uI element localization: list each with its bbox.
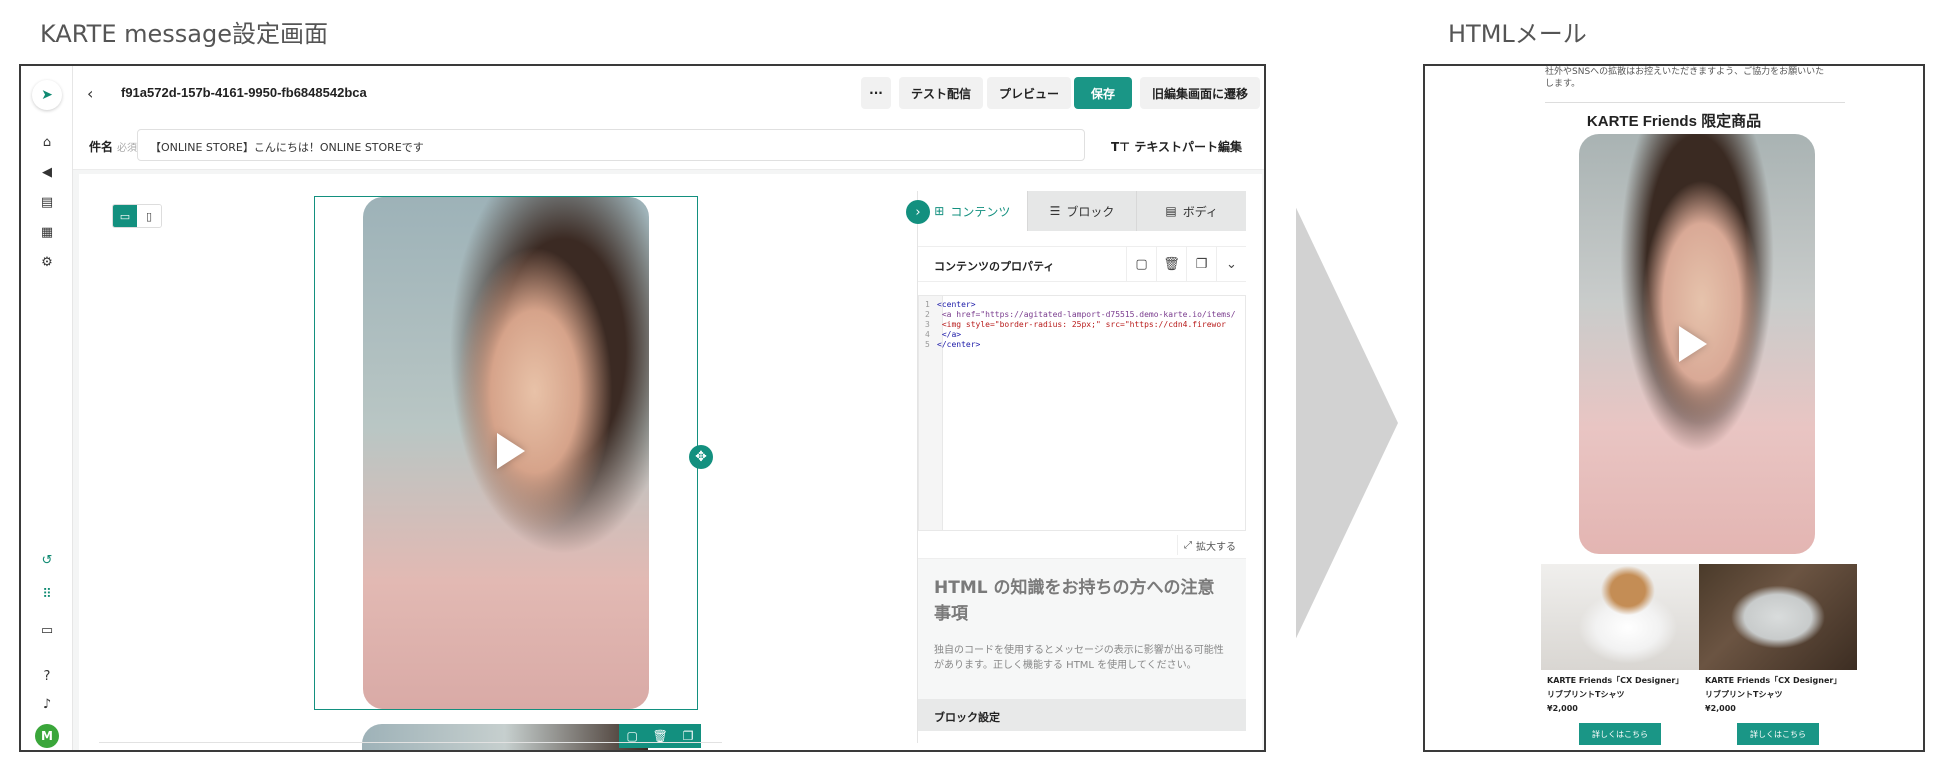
- panel-tabs: ⊞ コンテンツ ☰ ブロック ▤ ボディ: [918, 191, 1247, 231]
- block-actions: ▢ 🗑 ❐: [619, 724, 701, 748]
- top-bar: ‹ f91a572d-157b-4161-9950-fb6848542bca ·…: [73, 66, 1264, 122]
- copy-icon[interactable]: ❐: [683, 729, 694, 743]
- layout-icon: ▤: [1165, 204, 1177, 218]
- properties-title: コンテンツのプロパティ: [934, 260, 1055, 273]
- play-icon[interactable]: [497, 433, 525, 469]
- email-section-title: KARTE Friends 限定商品: [1586, 113, 1762, 130]
- product-price: ¥2,000: [1547, 704, 1578, 713]
- divider: [99, 742, 722, 743]
- product-name: KARTE Friends「CX Designer」 リブプリントTシャツ: [1547, 676, 1684, 699]
- notification-icon[interactable]: ♪: [37, 694, 57, 714]
- product-card: KARTE Friends「CX Designer」 リブプリントTシャツ ¥2,…: [1699, 564, 1857, 745]
- comment-icon[interactable]: ▢: [1126, 247, 1156, 281]
- subject-label: 件名 必須: [89, 138, 137, 155]
- expand-icon: ⤢: [1184, 539, 1192, 551]
- details-button[interactable]: 詳しくはこちら: [1737, 723, 1819, 745]
- test-send-button[interactable]: テスト配信: [899, 77, 984, 109]
- product-image[interactable]: [1541, 564, 1699, 670]
- segments-icon[interactable]: ▤: [37, 192, 57, 212]
- subject-row: 件名 必須 【ONLINE STORE】こんにちは！ONLINE STOREです …: [73, 122, 1264, 170]
- move-icon[interactable]: ✥: [689, 445, 713, 469]
- html-notice: HTML の知識をお持ちの方への注意事項 独自のコードを使用するとメッセージの表…: [918, 559, 1246, 699]
- window-icon[interactable]: ▭: [37, 620, 57, 640]
- video-thumbnail[interactable]: [363, 197, 649, 709]
- product-card: KARTE Friends「CX Designer」 リブプリントTシャツ ¥2,…: [1541, 564, 1699, 745]
- product-price: ¥2,000: [1705, 704, 1736, 713]
- tab-body-label: ボディ: [1182, 204, 1218, 219]
- play-icon[interactable]: [1679, 326, 1707, 362]
- properties-header: コンテンツのプロパティ ▢ 🗑 ❐ ⌄: [918, 246, 1246, 282]
- email-notice-text: 社外やSNSへの拡散はお控えいただきますよう、ご協力をお願いいたします。: [1545, 67, 1825, 89]
- save-button[interactable]: 保存: [1074, 77, 1132, 109]
- divider: [1545, 102, 1845, 103]
- settings-icon[interactable]: ⚙: [37, 252, 57, 272]
- subject-label-text: 件名: [89, 140, 114, 154]
- block-settings-header[interactable]: ブロック設定: [918, 699, 1246, 731]
- trash-icon[interactable]: 🗑: [1156, 247, 1186, 281]
- mobile-icon[interactable]: ▯: [137, 205, 161, 227]
- properties-panel: ⊞ コンテンツ ☰ ブロック ▤ ボディ コンテンツのプロパティ ▢ 🗑 ❐ ⌄ 1 <…: [917, 191, 1247, 743]
- chevron-down-icon[interactable]: ⌄: [1216, 247, 1246, 281]
- code-line: 2 <a href="https://agitated-lamport-d755…: [925, 310, 1236, 319]
- transition-arrow-icon: [1290, 195, 1398, 651]
- html-email-preview: 社外やSNSへの拡散はお控えいただきますよう、ご協力をお願いいたします。 KAR…: [1423, 64, 1925, 752]
- expand-row: ⤢ 拡大する: [918, 531, 1246, 559]
- text-part-edit-button[interactable]: T⊤ テキストパート編集: [1111, 138, 1242, 155]
- expand-button[interactable]: ⤢ 拡大する: [1177, 535, 1242, 555]
- history-icon[interactable]: ↺: [37, 550, 57, 570]
- code-line: 5 </center>: [925, 340, 981, 349]
- avatar[interactable]: M: [35, 724, 59, 748]
- product-image[interactable]: [1699, 564, 1857, 670]
- device-toggle: ▭ ▯: [112, 204, 162, 228]
- campaign-id: f91a572d-157b-4161-9950-fb6848542bca: [121, 85, 367, 100]
- karte-editor-window: ➤ ⌂ ◀ ▤ ▦ ⚙ ↺ ⠿ ▭ ? ♪ M ‹ f91a572d-157b-…: [19, 64, 1266, 752]
- help-icon[interactable]: ?: [37, 666, 57, 686]
- text-part-edit-label: テキストパート編集: [1134, 140, 1242, 154]
- notice-body: 独自のコードを使用するとメッセージの表示に影響が出る可能性があります。正しく機能…: [934, 645, 1224, 671]
- html-code-editor[interactable]: 1 <center> 2 <a href="https://agitated-la…: [918, 295, 1246, 531]
- next-video-thumbnail[interactable]: [362, 724, 648, 750]
- rows-icon: ☰: [1049, 204, 1061, 218]
- tab-content[interactable]: ⊞ コンテンツ: [918, 191, 1027, 231]
- product-name: KARTE Friends「CX Designer」 リブプリントTシャツ: [1705, 676, 1842, 699]
- desktop-icon[interactable]: ▭: [113, 205, 137, 227]
- trash-icon[interactable]: 🗑: [653, 729, 668, 743]
- expand-label: 拡大する: [1196, 541, 1236, 553]
- required-badge: 必須: [117, 143, 138, 154]
- email-video-thumbnail[interactable]: [1579, 134, 1815, 554]
- copy-icon[interactable]: ❐: [1186, 247, 1216, 281]
- notice-title: HTML の知識をお持ちの方への注意事項: [934, 578, 1215, 624]
- code-line: 3 <img style="border-radius: 25px;" src=…: [925, 320, 1226, 329]
- calendar-icon[interactable]: ▦: [37, 222, 57, 242]
- email-caption: HTMLメール: [1448, 20, 1587, 48]
- side-rail: ➤ ⌂ ◀ ▤ ▦ ⚙ ↺ ⠿ ▭ ? ♪ M: [21, 66, 73, 750]
- tab-body[interactable]: ▤ ボディ: [1136, 191, 1247, 231]
- legacy-editor-button[interactable]: 旧編集画面に遷移: [1140, 77, 1261, 109]
- text-size-icon: T⊤: [1111, 140, 1135, 154]
- code-line: 4 </a>: [925, 330, 962, 339]
- comment-icon[interactable]: ▢: [626, 729, 637, 743]
- selected-video-block[interactable]: [314, 196, 698, 710]
- more-button[interactable]: ···: [861, 77, 891, 109]
- megaphone-icon[interactable]: ◀: [37, 162, 57, 182]
- properties-actions: ▢ 🗑 ❐ ⌄: [1126, 247, 1246, 281]
- grid-icon: ⊞: [934, 204, 945, 218]
- editor-caption: KARTE message設定画面: [40, 20, 328, 48]
- back-icon[interactable]: ‹: [87, 84, 93, 103]
- home-icon[interactable]: ⌂: [37, 132, 57, 152]
- tab-block-label: ブロック: [1066, 204, 1115, 219]
- arrow-cut: [1290, 195, 1296, 651]
- send-icon[interactable]: ➤: [32, 80, 62, 110]
- preview-button[interactable]: プレビュー: [987, 77, 1072, 109]
- panel-collapse-button[interactable]: ›: [906, 200, 930, 224]
- details-button[interactable]: 詳しくはこちら: [1579, 723, 1661, 745]
- tab-content-label: コンテンツ: [950, 204, 1011, 219]
- subject-input[interactable]: 【ONLINE STORE】こんにちは！ONLINE STOREです: [137, 129, 1085, 161]
- tab-block[interactable]: ☰ ブロック: [1026, 191, 1137, 231]
- apps-icon[interactable]: ⠿: [37, 584, 57, 604]
- code-line: 1 <center>: [925, 300, 976, 309]
